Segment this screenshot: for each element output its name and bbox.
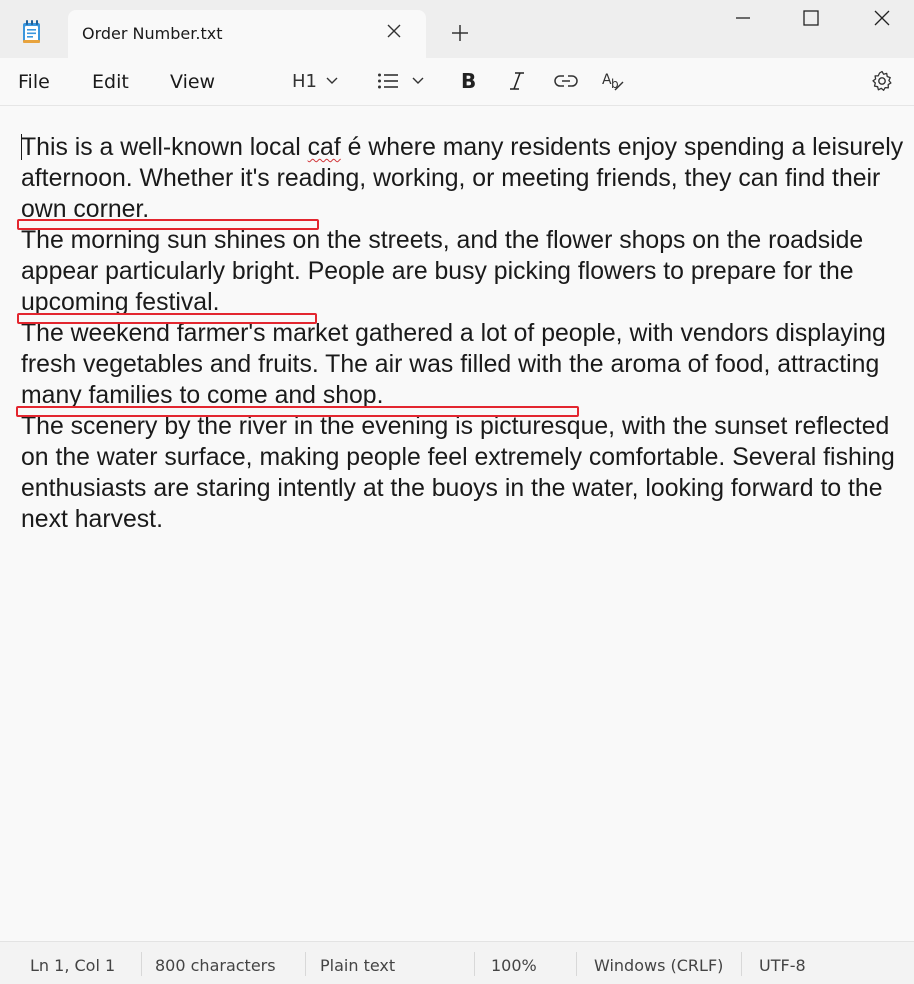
- red-annotation-mark: [16, 406, 579, 417]
- title-bar: Order Number.txt: [0, 0, 914, 58]
- paragraph-2: The morning sun shines on the streets, a…: [21, 227, 864, 316]
- status-format[interactable]: Plain text: [320, 956, 395, 975]
- status-separator: [305, 952, 306, 976]
- link-icon: [554, 73, 578, 89]
- red-annotation-mark: [17, 313, 317, 324]
- link-button[interactable]: [554, 68, 578, 94]
- heading-dropdown[interactable]: H1: [292, 68, 339, 94]
- bold-icon: B: [459, 70, 477, 92]
- notepad-icon: [22, 20, 42, 44]
- clear-formatting-button[interactable]: A b: [602, 68, 626, 94]
- status-separator: [741, 952, 742, 976]
- svg-text:b: b: [611, 77, 619, 91]
- svg-text:B: B: [461, 70, 476, 92]
- document-text[interactable]: This is a well-known local caf é where m…: [21, 132, 906, 535]
- status-separator: [576, 952, 577, 976]
- status-separator: [141, 952, 142, 976]
- menu-edit[interactable]: Edit: [92, 71, 129, 93]
- status-position[interactable]: Ln 1, Col 1: [30, 956, 115, 975]
- paragraph-3: The weekend farmer's market gathered a l…: [21, 320, 886, 409]
- menu-bar: File Edit View H1 B A b: [0, 58, 914, 106]
- settings-icon: [870, 69, 894, 93]
- misspelled-word[interactable]: caf: [308, 134, 341, 161]
- status-characters[interactable]: 800 characters: [155, 956, 276, 975]
- heading-label: H1: [292, 70, 317, 92]
- maximize-icon[interactable]: [799, 6, 823, 30]
- tab-title: Order Number.txt: [82, 24, 223, 43]
- menu-file[interactable]: File: [18, 71, 50, 93]
- status-zoom[interactable]: 100%: [491, 956, 537, 975]
- minimize-icon[interactable]: [731, 6, 755, 30]
- bold-button[interactable]: B: [459, 68, 477, 94]
- status-encoding[interactable]: UTF-8: [759, 956, 806, 975]
- settings-button[interactable]: [870, 68, 894, 94]
- italic-button[interactable]: [507, 68, 527, 94]
- paragraph-1: This is a well-known local caf é where m…: [21, 132, 906, 225]
- list-dropdown[interactable]: [377, 68, 425, 94]
- paragraph-1-text-start: This is a well-known local: [21, 134, 308, 161]
- plus-icon[interactable]: [449, 22, 471, 44]
- italic-icon: [507, 70, 527, 92]
- paragraph-4: The scenery by the river in the evening …: [21, 413, 895, 533]
- clear-formatting-icon: A b: [602, 70, 626, 92]
- status-separator: [474, 952, 475, 976]
- status-line-ending[interactable]: Windows (CRLF): [594, 956, 723, 975]
- menu-view[interactable]: View: [170, 71, 215, 93]
- close-icon[interactable]: [386, 23, 402, 39]
- chevron-down-icon: [325, 76, 339, 86]
- red-annotation-mark: [17, 219, 319, 230]
- chevron-down-icon: [411, 76, 425, 86]
- list-icon: [377, 72, 399, 90]
- close-window-icon[interactable]: [870, 6, 894, 30]
- tab-order-number[interactable]: Order Number.txt: [68, 10, 426, 58]
- status-bar: Ln 1, Col 1 800 characters Plain text 10…: [0, 941, 914, 984]
